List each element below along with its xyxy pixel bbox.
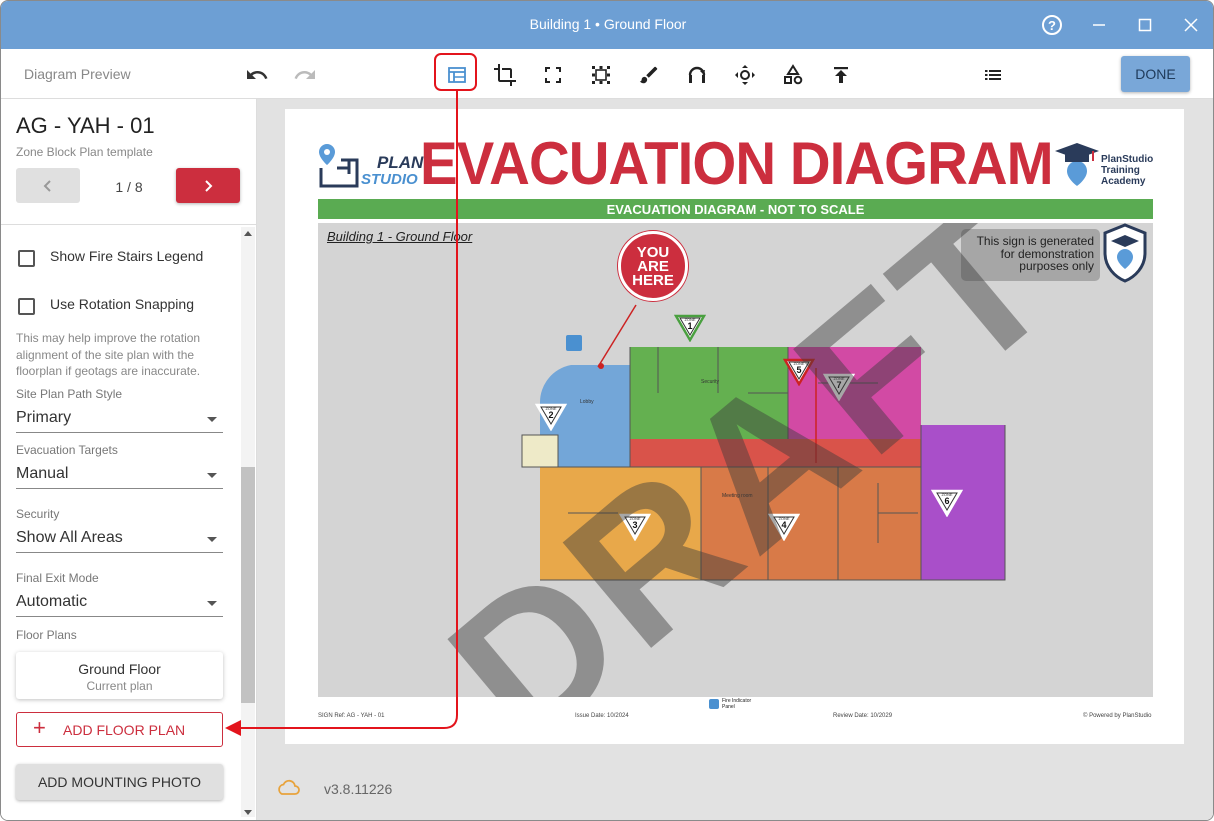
fire-stairs-checkbox[interactable] xyxy=(18,250,35,267)
scrollbar-thumb[interactable] xyxy=(241,467,255,703)
issue-date: Issue Date: 10/2024 xyxy=(575,713,629,719)
security-select[interactable]: Show All Areas xyxy=(16,527,223,553)
zone-marker-1: ZONE 1 xyxy=(673,314,707,343)
add-floor-plan-button[interactable]: + ADD FLOOR PLAN xyxy=(16,712,223,747)
evac-targets-select[interactable]: Manual xyxy=(16,463,223,489)
planstudio-logo xyxy=(317,142,361,193)
caret-down-icon xyxy=(207,473,217,478)
yah-line-3: HERE xyxy=(632,272,674,289)
plan-area[interactable]: Building 1 - Ground Floor This sign is g… xyxy=(318,223,1153,697)
add-floor-plan-label: ADD FLOOR PLAN xyxy=(63,722,186,738)
academy-line-3: Academy xyxy=(1101,176,1146,187)
location-pin-icon xyxy=(319,144,359,188)
align-top-icon[interactable] xyxy=(828,62,854,88)
rotation-snapping-label: Use Rotation Snapping xyxy=(50,296,194,312)
site-plan-path-value: Primary xyxy=(16,409,72,426)
crop-icon[interactable] xyxy=(492,62,518,88)
scroll-up-icon[interactable] xyxy=(244,231,252,236)
fire-stairs-label: Show Fire Stairs Legend xyxy=(50,248,204,264)
next-page-button[interactable] xyxy=(176,168,240,203)
security-value: Show All Areas xyxy=(16,529,123,546)
grid-dots-icon[interactable] xyxy=(588,62,614,88)
maximize-icon[interactable] xyxy=(1133,13,1157,37)
minimize-icon[interactable] xyxy=(1087,13,1111,37)
legend-line-2: Panel xyxy=(722,704,735,710)
final-exit-select[interactable]: Automatic xyxy=(16,591,223,617)
done-button[interactable]: DONE xyxy=(1121,56,1190,92)
move-target-icon[interactable] xyxy=(732,62,758,88)
svg-text:?: ? xyxy=(1048,18,1056,33)
floor-plan-card[interactable]: Ground Floor Current plan xyxy=(16,652,223,699)
add-mounting-photo-button[interactable]: ADD MOUNTING PHOTO xyxy=(16,764,223,800)
plus-icon: + xyxy=(33,715,46,740)
evac-targets-label: Evacuation Targets xyxy=(16,443,118,457)
rotation-help-text: This may help improve the rotation align… xyxy=(16,331,201,378)
chevron-left-icon xyxy=(43,179,51,192)
academy-line-2: Training xyxy=(1101,165,1140,176)
logo-plan-text: PLAN xyxy=(377,153,424,172)
diagram-preview-label: Diagram Preview xyxy=(24,66,131,82)
scrollbar[interactable] xyxy=(241,227,255,817)
close-icon[interactable] xyxy=(1179,13,1203,37)
rotation-snapping-checkbox[interactable] xyxy=(18,298,35,315)
toolbar: Diagram Preview DONE xyxy=(1,49,1213,99)
academy-name: PlanStudio Training Academy xyxy=(1101,154,1153,187)
scroll-down-icon[interactable] xyxy=(244,810,252,815)
banner: EVACUATION DIAGRAM - NOT TO SCALE xyxy=(318,199,1153,219)
brush-icon[interactable] xyxy=(636,62,662,88)
fire-panel-legend: Fire Indicator Panel xyxy=(722,698,751,710)
sign-ref: SIGN Ref: AG - YAH - 01 xyxy=(318,713,385,719)
security-label: Security xyxy=(16,507,60,521)
site-plan-path-select[interactable]: Primary xyxy=(16,407,223,433)
prev-page-button[interactable] xyxy=(16,168,80,203)
academy-line-1: PlanStudio xyxy=(1101,154,1154,165)
floor-plan-name: Ground Floor xyxy=(78,661,161,677)
graduation-cap-icon xyxy=(1053,139,1101,192)
cloud-icon xyxy=(275,777,301,802)
caret-down-icon xyxy=(207,601,217,606)
highlight-box xyxy=(434,53,477,91)
diagram-title: EVACUATION DIAGRAM xyxy=(420,130,1054,197)
final-exit-value: Automatic xyxy=(16,593,88,610)
sign-name: AG - YAH - 01 xyxy=(16,113,155,138)
page-indicator: 1 / 8 xyxy=(115,179,143,195)
review-date: Review Date: 10/2029 xyxy=(833,713,893,719)
window-title: Building 1 • Ground Floor xyxy=(529,16,687,32)
fire-panel-icon xyxy=(709,699,719,709)
logo-studio-text: STUDIO xyxy=(361,171,418,188)
room-lobby: Lobby xyxy=(580,399,594,405)
template-name: Zone Block Plan template xyxy=(16,145,153,159)
sidebar: AG - YAH - 01 Zone Block Plan template 1… xyxy=(1,99,257,820)
floor-plans-label: Floor Plans xyxy=(16,628,77,642)
chevron-right-icon xyxy=(205,179,213,192)
caret-down-icon xyxy=(207,537,217,542)
list-menu-icon[interactable] xyxy=(980,62,1006,88)
floor-plan-sub: Current plan xyxy=(86,679,153,693)
zone-marker-2: ZONE 2 xyxy=(534,403,568,432)
evac-targets-value: Manual xyxy=(16,465,69,482)
version-label: v3.8.11226 xyxy=(324,781,393,797)
zone-marker-6: ZONE 6 xyxy=(930,489,964,518)
app-window: Building 1 • Ground Floor ? Diagram Prev… xyxy=(0,0,1214,821)
help-icon[interactable]: ? xyxy=(1040,13,1064,37)
site-plan-path-label: Site Plan Path Style xyxy=(16,387,123,401)
caret-down-icon xyxy=(207,417,217,422)
redo-icon[interactable] xyxy=(292,62,318,88)
title-bar: Building 1 • Ground Floor ? xyxy=(1,1,1213,49)
diagram-paper[interactable]: PLAN STUDIO EVACUATION DIAGRAM PlanStudi… xyxy=(285,109,1184,744)
final-exit-label: Final Exit Mode xyxy=(16,571,99,585)
door-swing-icon[interactable] xyxy=(684,62,710,88)
fullscreen-icon[interactable] xyxy=(540,62,566,88)
you-are-here-marker: YOU ARE HERE xyxy=(618,231,688,301)
undo-icon[interactable] xyxy=(244,62,270,88)
divider xyxy=(1,224,257,225)
powered-by: © Powered by PlanStudio xyxy=(1083,713,1152,719)
shapes-icon[interactable] xyxy=(780,62,806,88)
